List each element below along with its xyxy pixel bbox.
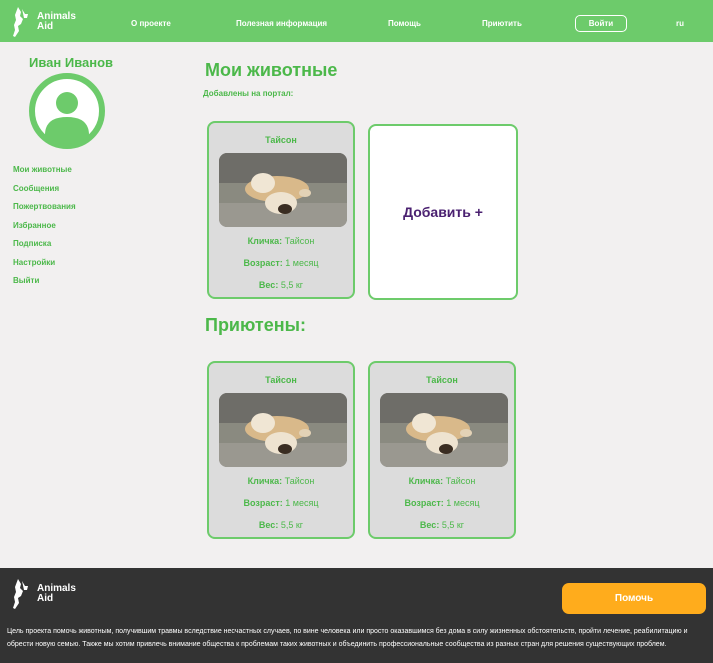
footer-description: Цель проекта помочь животным, получившим… xyxy=(7,628,688,648)
nav-useful-info[interactable]: Полезная информация xyxy=(236,19,327,28)
menu-favorites[interactable]: Избранное xyxy=(13,221,76,240)
menu-donations[interactable]: Пожертвования xyxy=(13,202,76,221)
animal-logo-icon xyxy=(13,7,28,37)
age-label: Возраст: xyxy=(404,498,444,508)
logo[interactable]: Animals Aid xyxy=(12,6,76,38)
dog-photo xyxy=(380,393,508,467)
age-value: 1 месяц xyxy=(285,258,319,268)
age-value: 1 месяц xyxy=(285,498,319,508)
nav-about[interactable]: О проекте xyxy=(131,19,171,28)
footer-logo[interactable]: Animals Aid xyxy=(12,578,76,610)
language-switch[interactable]: ru xyxy=(676,19,684,28)
profile-menu: Мои животные Сообщения Пожертвования Изб… xyxy=(13,165,76,295)
animal-card[interactable]: Тайсон Кличка: Тайсон Возраст: 1 месяц В… xyxy=(207,121,355,299)
age-label: Возраст: xyxy=(243,498,283,508)
menu-settings[interactable]: Настройки xyxy=(13,258,76,277)
nick-value: Тайсон xyxy=(284,236,315,246)
login-button[interactable]: Войти xyxy=(575,15,627,32)
help-button[interactable]: Помочь xyxy=(562,583,706,614)
logo-text-bottom: Aid xyxy=(37,21,54,32)
animal-card-title: Тайсон xyxy=(265,135,297,145)
nick-label: Кличка: xyxy=(247,236,283,246)
header: Animals Aid О проекте Полезная информаци… xyxy=(0,0,713,42)
my-animals-title: Мои животные xyxy=(205,60,338,80)
weight-value: 5,5 кг xyxy=(280,520,304,530)
add-animal-button[interactable]: Добавить + xyxy=(368,124,518,300)
nick-label: Кличка: xyxy=(247,476,283,486)
nick-value: Тайсон xyxy=(284,476,315,486)
weight-label: Вес: xyxy=(258,280,279,290)
animal-card[interactable]: Тайсон Кличка: Тайсон Возраст: 1 месяц В… xyxy=(207,361,355,539)
my-animals-subtitle: Добавлены на портал: xyxy=(203,89,294,98)
user-avatar-icon xyxy=(29,73,105,149)
animal-card[interactable]: Тайсон Кличка: Тайсон Возраст: 1 месяц В… xyxy=(368,361,516,539)
user-name: Иван Иванов xyxy=(29,55,114,70)
sheltered-title: Приютены: xyxy=(205,315,306,335)
dog-photo xyxy=(219,393,347,467)
nick-label: Кличка: xyxy=(408,476,444,486)
nav-help[interactable]: Помощь xyxy=(388,19,421,28)
nav-adopt[interactable]: Приютить xyxy=(482,19,522,28)
nick-value: Тайсон xyxy=(445,476,476,486)
add-animal-label: Добавить + xyxy=(403,204,483,220)
weight-value: 5,5 кг xyxy=(441,520,465,530)
animal-card-title: Тайсон xyxy=(265,375,297,385)
menu-subscription[interactable]: Подписка xyxy=(13,239,76,258)
menu-messages[interactable]: Сообщения xyxy=(13,184,76,203)
logo-text-bottom: Aid xyxy=(37,593,54,604)
menu-logout[interactable]: Выйти xyxy=(13,276,76,295)
age-label: Возраст: xyxy=(243,258,283,268)
weight-label: Вес: xyxy=(258,520,279,530)
weight-label: Вес: xyxy=(419,520,440,530)
dog-photo xyxy=(219,153,347,227)
weight-value: 5,5 кг xyxy=(280,280,304,290)
animal-logo-icon xyxy=(13,579,28,609)
age-value: 1 месяц xyxy=(446,498,480,508)
animal-card-title: Тайсон xyxy=(426,375,458,385)
menu-my-animals[interactable]: Мои животные xyxy=(13,165,76,184)
